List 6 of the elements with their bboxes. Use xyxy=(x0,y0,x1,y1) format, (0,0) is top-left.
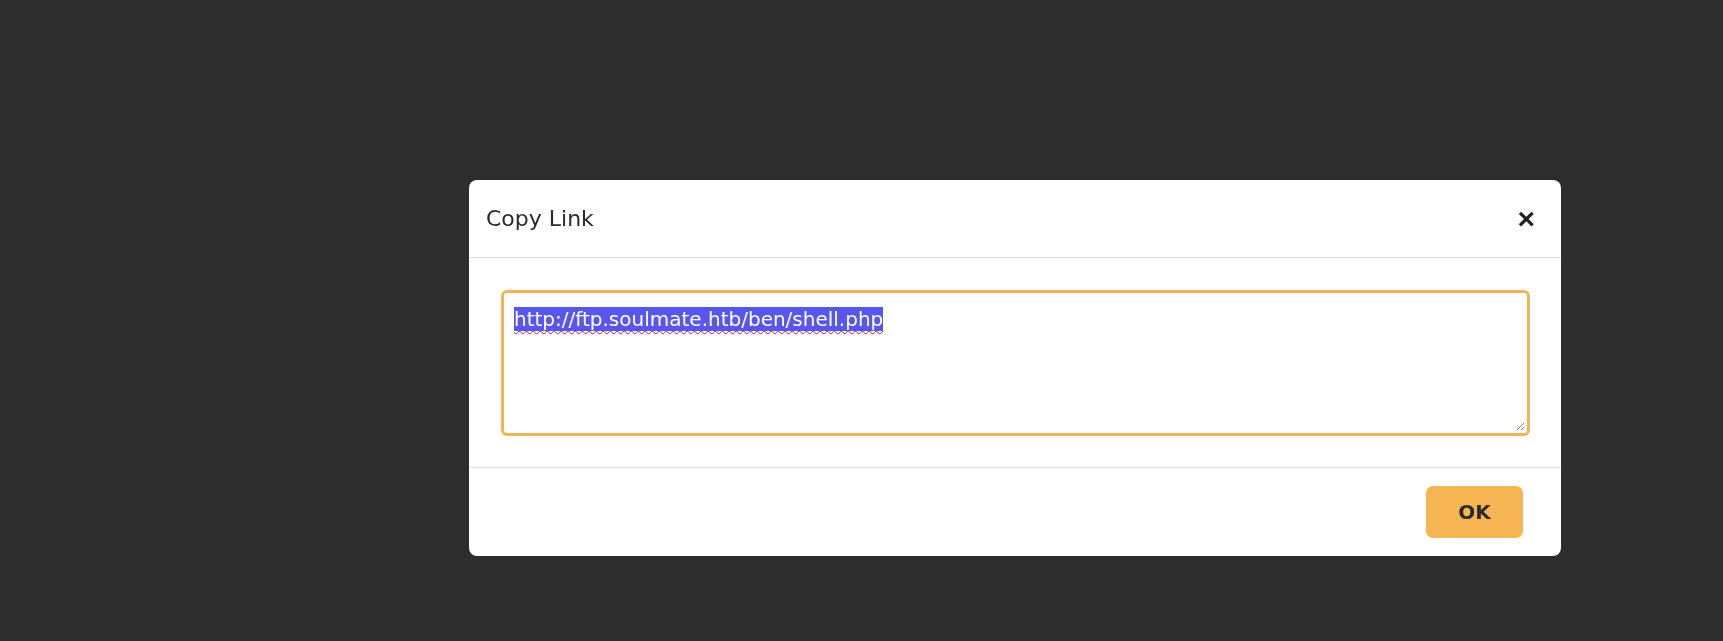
link-text: http://ftp.soulmate.htb/ben/shell.php xyxy=(514,307,884,331)
ok-button[interactable]: OK xyxy=(1426,486,1523,538)
dialog-title: Copy Link xyxy=(486,206,594,231)
link-text-area[interactable]: http://ftp.soulmate.htb/ben/shell.php xyxy=(501,290,1530,436)
close-button[interactable]: × xyxy=(1513,203,1539,234)
resize-grip-icon xyxy=(1516,422,1525,431)
